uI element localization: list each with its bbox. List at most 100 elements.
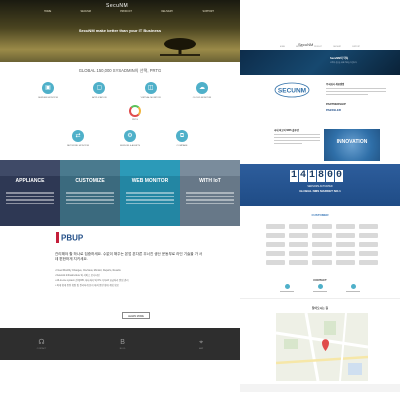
- contact-fax[interactable]: [346, 284, 360, 293]
- nav-item-product[interactable]: PRODUCT: [314, 47, 322, 48]
- counter-digit: 8: [317, 170, 325, 182]
- top-nav: HOME SECUNM PRODUCT DELIVERY SUPPORT: [44, 10, 214, 13]
- secunm-logo: SECUNM: [274, 82, 310, 98]
- nav-item-product[interactable]: PRODUCT: [120, 10, 132, 13]
- customer-logo: [266, 260, 286, 265]
- intro-block: 국내 최고의 NMS 솔루션: [274, 128, 320, 146]
- phone-icon: [284, 284, 290, 289]
- about-hero: SecuNM의 약속 고객의 성공을 위해 최선을 다합니다: [240, 50, 400, 75]
- customer-logo: [289, 224, 309, 229]
- innovation-image: INNOVATION: [324, 129, 380, 161]
- feature-row-1: ▣ SERVER MONITOR ▢ APPLICATION ◫ VIRTUAL…: [30, 82, 220, 99]
- secunm-logo-text: SECUNM: [278, 88, 306, 95]
- customer-logo: [312, 242, 332, 247]
- feature-cloud[interactable]: ☁ CLOUD MONITOR: [184, 82, 220, 99]
- counter-digit: 0: [335, 170, 343, 182]
- counter-digits: 1 4 1 8 0 0: [290, 170, 343, 182]
- footer-blog[interactable]: B BLOG: [120, 339, 126, 350]
- divider: [240, 298, 400, 299]
- prtg-badge-icon: [129, 105, 141, 117]
- footer-label: CONTACT: [36, 347, 47, 350]
- about-hero-sub: 고객의 성공을 위해 최선을 다합니다: [330, 62, 357, 64]
- counter-sublabel: GLOBAL NMS MARKET NO.1: [299, 189, 341, 193]
- footer-map[interactable]: ⌖ MAP: [199, 339, 203, 350]
- contact-title: CONTACT: [313, 278, 327, 282]
- feature-compare[interactable]: ⧉ COMPARE: [164, 130, 200, 147]
- nav-item-secunm[interactable]: SECUNM: [81, 10, 91, 13]
- customer-title: CUSTOMER: [311, 213, 329, 217]
- footer-label: BLOG: [119, 347, 126, 350]
- intro-text: 관리해야 할 하나로 집중하세요. 수없이 해주는 본업 본다른 무너진 생산 …: [55, 252, 203, 261]
- innovation-label: INNOVATION: [336, 139, 368, 145]
- hero-slogan: SecuNM make better than your IT Business: [78, 28, 162, 33]
- counter-label: SENSORS ACTIVATED: [307, 185, 333, 188]
- network-icon: ⇄: [72, 130, 84, 142]
- nav-item-support[interactable]: SUPPORT: [352, 47, 360, 48]
- counter-digit: 4: [299, 170, 307, 182]
- customer-logo: [289, 260, 309, 265]
- feature-server[interactable]: ▣ SERVER MONITOR: [30, 82, 66, 99]
- contact-email[interactable]: [313, 284, 327, 293]
- intro-heading: 국내 최고의 NMS 솔루션: [274, 129, 299, 132]
- counter-digit: 0: [326, 170, 334, 182]
- counter-digit: 1: [290, 170, 298, 182]
- brand-logo: PBUP: [56, 232, 84, 243]
- band-customize[interactable]: CUSTOMIZE: [60, 160, 120, 226]
- customer-logo: [266, 233, 286, 238]
- compare-icon: ⧉: [176, 130, 188, 142]
- customer-logo: [335, 242, 355, 247]
- customer-logo: [358, 233, 378, 238]
- service-bands: APPLIANCE CUSTOMIZE WEB MONITOR WITH IoT: [0, 160, 240, 226]
- feature-label: SENSOR & ALERTS: [119, 145, 141, 147]
- virtual-icon: ◫: [144, 82, 157, 94]
- nav-item-delivery[interactable]: DELIVERY: [333, 47, 341, 48]
- customer-logo: [312, 251, 332, 256]
- about-header: SecuNM HOME SECUNM PRODUCT DELIVERY SUPP…: [240, 40, 400, 50]
- band-title: WEB MONITOR: [120, 176, 180, 186]
- fax-icon: [350, 284, 356, 289]
- customer-logo: [289, 251, 309, 256]
- bullet-item: • 최대 확대 용량 확장 및 편리하게 유지 대처 용량 확대 계획 확보: [55, 284, 119, 287]
- feature-network[interactable]: ⇄ NETWORK MONITOR: [60, 130, 96, 147]
- customer-logo: [335, 251, 355, 256]
- site-logo[interactable]: SecuNM: [106, 3, 128, 9]
- customer-logo: [289, 242, 309, 247]
- prtg-badge-label: PRTG: [131, 119, 139, 121]
- learn-more-button[interactable]: LEARN MORE: [122, 312, 150, 319]
- customer-logo-grid: [266, 224, 378, 265]
- feature-virtual[interactable]: ◫ VIRTUAL MONITOR: [133, 82, 169, 99]
- headset-icon: ☊: [38, 338, 45, 346]
- feature-sensor[interactable]: ⚙ SENSOR & ALERTS: [112, 130, 148, 147]
- feature-label: COMPARE: [176, 145, 188, 147]
- cloud-icon: ☁: [195, 82, 208, 94]
- nav-item-support[interactable]: SUPPORT: [202, 10, 214, 13]
- feature-label: CLOUD MONITOR: [192, 97, 212, 99]
- partner-brand: PAESSLER: [326, 108, 341, 112]
- about-page: SecuNM HOME SECUNM PRODUCT DELIVERY SUPP…: [240, 40, 400, 392]
- footer: ☊ CONTACT B BLOG ⌖ MAP: [0, 328, 240, 360]
- partnership-block: PARTNERSHIP PAESSLER: [326, 102, 386, 112]
- main-page: SecuNM HOME SECUNM PRODUCT DELIVERY SUPP…: [0, 0, 240, 360]
- customer-logo: [335, 260, 355, 265]
- customer-logo: [312, 224, 332, 229]
- nav-item-delivery[interactable]: DELIVERY: [161, 10, 173, 13]
- feature-application[interactable]: ▢ APPLICATION: [81, 82, 117, 99]
- sensor-counter: 1 4 1 8 0 0 SENSORS ACTIVATED GLOBAL NMS…: [240, 164, 400, 206]
- band-title: APPLIANCE: [0, 176, 60, 186]
- email-icon: [317, 284, 323, 289]
- nav-item-secunm[interactable]: SECUNM: [296, 47, 303, 48]
- band-web-monitor[interactable]: WEB MONITOR: [120, 160, 180, 226]
- location-title: 찾아오시는 길: [311, 306, 329, 310]
- contact-phone[interactable]: [280, 284, 294, 293]
- band-appliance[interactable]: APPLIANCE: [0, 160, 60, 226]
- location-map[interactable]: [276, 313, 368, 381]
- customer-logo: [289, 233, 309, 238]
- customer-logo: [358, 251, 378, 256]
- customer-logo: [358, 260, 378, 265]
- nav-item-home[interactable]: HOME: [280, 47, 285, 48]
- band-iot[interactable]: WITH IoT: [180, 160, 240, 226]
- footer-contact[interactable]: ☊ CONTACT: [37, 339, 47, 350]
- feature-bullets: • Fixed Monthly Changes, OneView, Monito…: [55, 268, 205, 288]
- band-head: [120, 160, 180, 176]
- nav-item-home[interactable]: HOME: [44, 10, 51, 13]
